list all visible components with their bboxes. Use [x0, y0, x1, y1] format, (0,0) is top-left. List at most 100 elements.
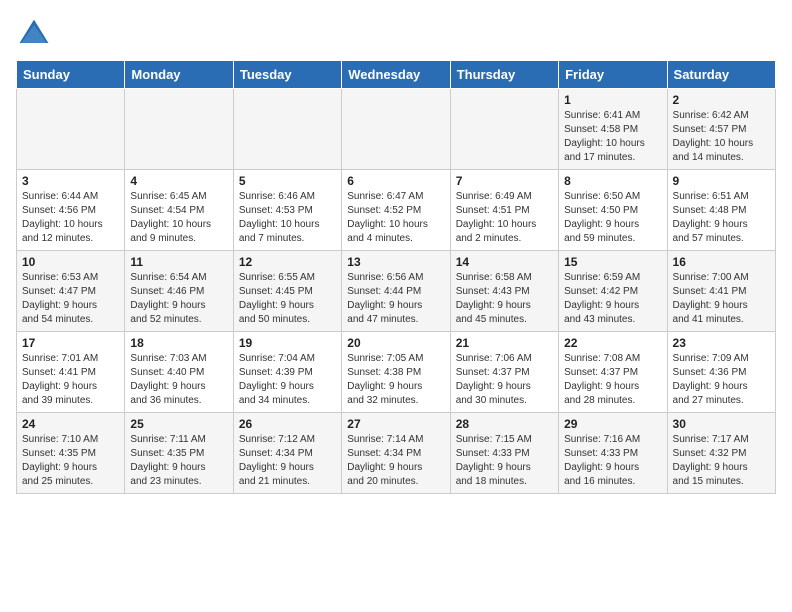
calendar-table: SundayMondayTuesdayWednesdayThursdayFrid… [16, 60, 776, 494]
day-number: 21 [456, 336, 553, 350]
calendar-cell: 24 Sunrise: 7:10 AM Sunset: 4:35 PM Dayli… [17, 413, 125, 494]
day-number: 7 [456, 174, 553, 188]
calendar-cell [125, 89, 233, 170]
calendar-cell: 20Sunrise: 7:05 AM Sunset: 4:38 PM Dayli… [342, 332, 450, 413]
day-number: 2 [673, 93, 770, 107]
day-number: 28 [456, 417, 553, 431]
calendar-cell: 30 Sunrise: 7:17 AM Sunset: 4:32 PM Dayli… [667, 413, 775, 494]
weekday-header-thursday: Thursday [450, 61, 558, 89]
day-info: Sunrise: 6:44 AM Sunset: 4:56 PM Dayligh… [22, 190, 119, 246]
calendar-cell: 6Sunrise: 6:47 AM Sunset: 4:52 PM Daylig… [342, 170, 450, 251]
calendar-cell: 23 Sunrise: 7:09 AM Sunset: 4:36 PM Dayli… [667, 332, 775, 413]
calendar-cell: 3 Sunrise: 6:44 AM Sunset: 4:56 PM Daylig… [17, 170, 125, 251]
day-number: 13 [347, 255, 444, 269]
day-info: Sunrise: 6:55 AM Sunset: 4:45 PM Dayligh… [239, 271, 336, 327]
day-info: Sunrise: 7:09 AM Sunset: 4:36 PM Dayligh… [673, 352, 770, 408]
calendar-cell [450, 89, 558, 170]
calendar-cell: 5 Sunrise: 6:46 AM Sunset: 4:53 PM Daylig… [233, 170, 341, 251]
weekday-header-row: SundayMondayTuesdayWednesdayThursdayFrid… [17, 61, 776, 89]
day-info: Sunrise: 7:06 AM Sunset: 4:37 PM Dayligh… [456, 352, 553, 408]
day-info: Sunrise: 7:11 AM Sunset: 4:35 PM Dayligh… [130, 433, 227, 489]
calendar-cell: 28 Sunrise: 7:15 AM Sunset: 4:33 PM Dayli… [450, 413, 558, 494]
calendar-cell: 16Sunrise: 7:00 AM Sunset: 4:41 PM Dayli… [667, 251, 775, 332]
day-info: Sunrise: 6:41 AM Sunset: 4:58 PM Dayligh… [564, 109, 661, 165]
day-number: 15 [564, 255, 661, 269]
calendar-cell: 14Sunrise: 6:58 AM Sunset: 4:43 PM Dayli… [450, 251, 558, 332]
day-number: 30 [673, 417, 770, 431]
calendar-cell: 12 Sunrise: 6:55 AM Sunset: 4:45 PM Dayli… [233, 251, 341, 332]
day-info: Sunrise: 7:12 AM Sunset: 4:34 PM Dayligh… [239, 433, 336, 489]
page-header [16, 16, 776, 52]
day-number: 26 [239, 417, 336, 431]
day-info: Sunrise: 7:03 AM Sunset: 4:40 PM Dayligh… [130, 352, 227, 408]
calendar-cell: 1Sunrise: 6:41 AM Sunset: 4:58 PM Daylig… [559, 89, 667, 170]
day-number: 29 [564, 417, 661, 431]
calendar-cell [17, 89, 125, 170]
calendar-cell: 18Sunrise: 7:03 AM Sunset: 4:40 PM Dayli… [125, 332, 233, 413]
day-number: 25 [130, 417, 227, 431]
calendar-body: 1Sunrise: 6:41 AM Sunset: 4:58 PM Daylig… [17, 89, 776, 494]
weekday-header-friday: Friday [559, 61, 667, 89]
calendar-cell: 10 Sunrise: 6:53 AM Sunset: 4:47 PM Dayli… [17, 251, 125, 332]
calendar-cell: 11 Sunrise: 6:54 AM Sunset: 4:46 PM Dayli… [125, 251, 233, 332]
day-number: 5 [239, 174, 336, 188]
day-number: 11 [130, 255, 227, 269]
calendar-cell: 26 Sunrise: 7:12 AM Sunset: 4:34 PM Dayli… [233, 413, 341, 494]
day-number: 17 [22, 336, 119, 350]
calendar-cell: 13 Sunrise: 6:56 AM Sunset: 4:44 PM Dayli… [342, 251, 450, 332]
day-number: 23 [673, 336, 770, 350]
calendar-week-4: 17 Sunrise: 7:01 AM Sunset: 4:41 PM Dayli… [17, 332, 776, 413]
day-info: Sunrise: 7:16 AM Sunset: 4:33 PM Dayligh… [564, 433, 661, 489]
day-info: Sunrise: 7:15 AM Sunset: 4:33 PM Dayligh… [456, 433, 553, 489]
calendar-cell: 21 Sunrise: 7:06 AM Sunset: 4:37 PM Dayli… [450, 332, 558, 413]
logo-icon [16, 16, 52, 52]
calendar-cell: 4 Sunrise: 6:45 AM Sunset: 4:54 PM Daylig… [125, 170, 233, 251]
calendar-cell: 2 Sunrise: 6:42 AM Sunset: 4:57 PM Daylig… [667, 89, 775, 170]
calendar-cell: 22 Sunrise: 7:08 AM Sunset: 4:37 PM Dayli… [559, 332, 667, 413]
day-info: Sunrise: 6:54 AM Sunset: 4:46 PM Dayligh… [130, 271, 227, 327]
calendar-cell [342, 89, 450, 170]
day-info: Sunrise: 7:14 AM Sunset: 4:34 PM Dayligh… [347, 433, 444, 489]
day-info: Sunrise: 7:01 AM Sunset: 4:41 PM Dayligh… [22, 352, 119, 408]
day-number: 16 [673, 255, 770, 269]
day-number: 24 [22, 417, 119, 431]
weekday-header-monday: Monday [125, 61, 233, 89]
day-number: 8 [564, 174, 661, 188]
day-number: 14 [456, 255, 553, 269]
day-info: Sunrise: 6:59 AM Sunset: 4:42 PM Dayligh… [564, 271, 661, 327]
day-number: 19 [239, 336, 336, 350]
calendar-week-1: 1Sunrise: 6:41 AM Sunset: 4:58 PM Daylig… [17, 89, 776, 170]
day-info: Sunrise: 6:49 AM Sunset: 4:51 PM Dayligh… [456, 190, 553, 246]
weekday-header-tuesday: Tuesday [233, 61, 341, 89]
day-number: 12 [239, 255, 336, 269]
calendar-cell: 19Sunrise: 7:04 AM Sunset: 4:39 PM Dayli… [233, 332, 341, 413]
day-info: Sunrise: 6:56 AM Sunset: 4:44 PM Dayligh… [347, 271, 444, 327]
day-info: Sunrise: 6:45 AM Sunset: 4:54 PM Dayligh… [130, 190, 227, 246]
day-number: 10 [22, 255, 119, 269]
calendar-cell [233, 89, 341, 170]
weekday-header-saturday: Saturday [667, 61, 775, 89]
day-info: Sunrise: 6:51 AM Sunset: 4:48 PM Dayligh… [673, 190, 770, 246]
weekday-header-sunday: Sunday [17, 61, 125, 89]
day-info: Sunrise: 6:53 AM Sunset: 4:47 PM Dayligh… [22, 271, 119, 327]
day-info: Sunrise: 7:05 AM Sunset: 4:38 PM Dayligh… [347, 352, 444, 408]
day-info: Sunrise: 7:17 AM Sunset: 4:32 PM Dayligh… [673, 433, 770, 489]
day-number: 22 [564, 336, 661, 350]
day-info: Sunrise: 7:10 AM Sunset: 4:35 PM Dayligh… [22, 433, 119, 489]
day-info: Sunrise: 6:47 AM Sunset: 4:52 PM Dayligh… [347, 190, 444, 246]
day-info: Sunrise: 6:50 AM Sunset: 4:50 PM Dayligh… [564, 190, 661, 246]
day-info: Sunrise: 6:46 AM Sunset: 4:53 PM Dayligh… [239, 190, 336, 246]
calendar-cell: 15 Sunrise: 6:59 AM Sunset: 4:42 PM Dayli… [559, 251, 667, 332]
calendar-cell: 8 Sunrise: 6:50 AM Sunset: 4:50 PM Daylig… [559, 170, 667, 251]
calendar-week-3: 10 Sunrise: 6:53 AM Sunset: 4:47 PM Dayli… [17, 251, 776, 332]
calendar-header: SundayMondayTuesdayWednesdayThursdayFrid… [17, 61, 776, 89]
weekday-header-wednesday: Wednesday [342, 61, 450, 89]
day-info: Sunrise: 7:08 AM Sunset: 4:37 PM Dayligh… [564, 352, 661, 408]
day-number: 4 [130, 174, 227, 188]
calendar-cell: 17 Sunrise: 7:01 AM Sunset: 4:41 PM Dayli… [17, 332, 125, 413]
day-info: Sunrise: 6:42 AM Sunset: 4:57 PM Dayligh… [673, 109, 770, 165]
calendar-cell: 29 Sunrise: 7:16 AM Sunset: 4:33 PM Dayli… [559, 413, 667, 494]
calendar-week-5: 24 Sunrise: 7:10 AM Sunset: 4:35 PM Dayli… [17, 413, 776, 494]
day-number: 3 [22, 174, 119, 188]
calendar-week-2: 3 Sunrise: 6:44 AM Sunset: 4:56 PM Daylig… [17, 170, 776, 251]
